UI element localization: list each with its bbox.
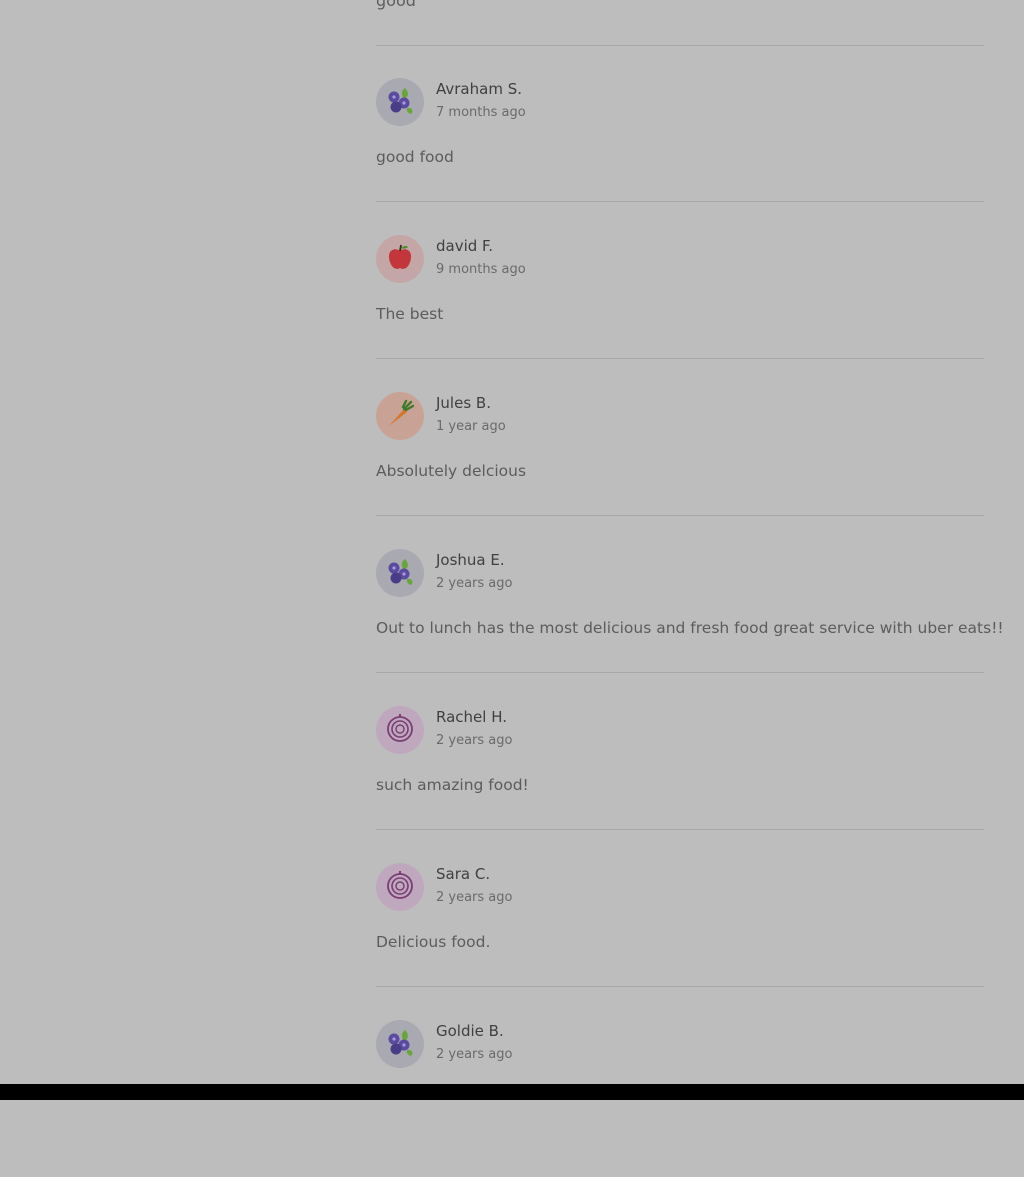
review-comment: Absolutely delcious: [376, 462, 527, 480]
avatar: [376, 392, 424, 440]
divider: [376, 515, 984, 516]
reviews-page: good Avraham S. 7 months ago good food d…: [0, 0, 1024, 1084]
reviewer-name: Joshua E.: [436, 551, 505, 569]
avatar: [376, 1020, 424, 1068]
reviewer-name: david F.: [436, 237, 494, 255]
divider: [376, 672, 984, 673]
review-item: david F. 9 months ago The best: [376, 235, 984, 392]
blueberry-icon: [385, 1027, 415, 1061]
review-item: Jules B. 1 year ago Absolutely delcious: [376, 392, 984, 549]
avatar: [376, 78, 424, 126]
divider: [376, 986, 984, 987]
review-comment: Delicious food.: [376, 933, 491, 951]
apple-icon: [385, 242, 415, 276]
divider: [376, 45, 984, 46]
avatar: [376, 863, 424, 911]
review-comment-partial: good: [376, 0, 416, 10]
onion-icon: [385, 870, 415, 904]
review-time: 7 months ago: [436, 105, 526, 120]
divider: [376, 358, 984, 359]
review-item: Joshua E. 2 years ago Out to lunch has t…: [376, 549, 1004, 706]
review-time: 1 year ago: [436, 419, 506, 434]
reviewer-name: Avraham S.: [436, 80, 522, 98]
review-comment: such amazing food!: [376, 776, 529, 794]
review-comment: good food: [376, 148, 454, 166]
divider: [376, 201, 984, 202]
review-item: Avraham S. 7 months ago good food: [376, 78, 984, 235]
divider: [376, 829, 984, 830]
blueberry-icon: [385, 85, 415, 119]
onion-icon: [385, 713, 415, 747]
review-comment: The best: [376, 305, 444, 323]
avatar: [376, 549, 424, 597]
reviewer-name: Jules B.: [436, 394, 491, 412]
blueberry-icon: [385, 556, 415, 590]
review-time: 2 years ago: [436, 1047, 513, 1062]
review-item: Sara C. 2 years ago Delicious food.: [376, 863, 984, 1020]
reviewer-name: Sara C.: [436, 865, 491, 883]
avatar: [376, 706, 424, 754]
avatar: [376, 235, 424, 283]
bottom-bar: [0, 1084, 1024, 1100]
carrot-icon: [385, 399, 415, 433]
review-time: 2 years ago: [436, 890, 513, 905]
review-time: 2 years ago: [436, 733, 513, 748]
review-time: 2 years ago: [436, 576, 513, 591]
review-time: 9 months ago: [436, 262, 526, 277]
review-item: Rachel H. 2 years ago such amazing food!: [376, 706, 984, 863]
reviewer-name: Rachel H.: [436, 708, 507, 726]
review-comment: Out to lunch has the most delicious and …: [376, 619, 1004, 637]
reviewer-name: Goldie B.: [436, 1022, 504, 1040]
